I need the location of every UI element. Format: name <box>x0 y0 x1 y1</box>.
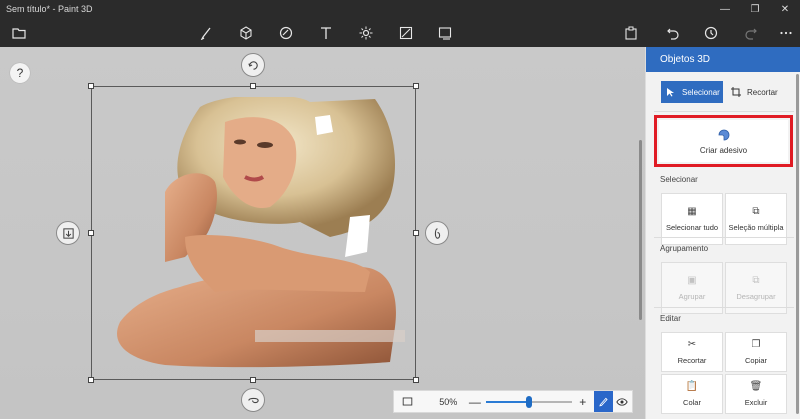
select-all-icon: ▦ <box>687 206 697 217</box>
select-all-label: Selecionar tudo <box>665 223 719 232</box>
copy-label: Copiar <box>744 356 768 365</box>
cut-label: Recortar <box>677 356 707 365</box>
zoom-slider[interactable] <box>485 395 573 409</box>
paste-label: Colar <box>683 398 701 407</box>
zoom-in-button[interactable]: + <box>576 395 589 409</box>
resize-handle[interactable] <box>88 230 94 236</box>
brushes-icon[interactable] <box>196 22 218 44</box>
depth-icon[interactable] <box>56 221 80 245</box>
view-3d-icon[interactable] <box>613 396 632 408</box>
more-icon[interactable] <box>775 22 797 44</box>
delete-label: Excluir <box>744 398 768 407</box>
select-mode-button[interactable]: Selecionar <box>661 81 723 103</box>
select-mode-label: Selecionar <box>682 87 720 97</box>
text-icon[interactable] <box>315 22 337 44</box>
zoom-slider-thumb[interactable] <box>525 395 532 408</box>
pen-icon[interactable] <box>593 391 613 412</box>
group-label: Agrupar <box>678 292 706 301</box>
zoom-out-button[interactable]: — <box>468 395 481 409</box>
resize-handle[interactable] <box>250 377 256 383</box>
divider <box>654 111 794 112</box>
resize-handle[interactable] <box>413 377 419 383</box>
make-sticker-label: Criar adesivo <box>699 145 748 155</box>
mode-row: Selecionar Recortar <box>661 81 783 103</box>
make-sticker-button[interactable]: Criar adesivo <box>659 120 788 162</box>
canvas-area[interactable]: ? 50% — + <box>0 47 645 419</box>
3d-shapes-icon[interactable] <box>235 22 257 44</box>
stickers-icon[interactable] <box>275 22 297 44</box>
cut-button[interactable]: ✂ Recortar <box>661 332 723 372</box>
select-section-label: Selecionar <box>660 175 698 184</box>
help-button[interactable]: ? <box>10 63 30 83</box>
paste-icon[interactable] <box>620 22 642 44</box>
crop-mode-label: Recortar <box>747 87 778 97</box>
canvas-icon[interactable] <box>395 22 417 44</box>
crop-icon <box>731 87 741 97</box>
multi-select-label: Seleção múltipla <box>728 223 784 232</box>
resize-handle[interactable] <box>250 83 256 89</box>
resize-handle[interactable] <box>88 377 94 383</box>
zoom-slider-fill <box>485 400 529 403</box>
rotate-z-icon[interactable] <box>241 53 265 77</box>
panel-title: Objetos 3D <box>646 47 800 72</box>
menu-icon[interactable] <box>8 22 30 44</box>
effects-icon[interactable] <box>355 22 377 44</box>
divider <box>654 307 794 308</box>
selection-box[interactable] <box>91 86 416 380</box>
cursor-icon <box>667 88 674 97</box>
title-bar: Sem título* - Paint 3D — ❐ ✕ <box>0 0 800 18</box>
rotate-x-icon[interactable] <box>241 388 265 412</box>
divider <box>654 237 794 238</box>
group-icon: ▣ <box>687 275 697 286</box>
ungroup-label: Desagrupar <box>736 292 776 301</box>
paste-icon: 📋 <box>685 381 699 392</box>
objects-3d-panel: Objetos 3D Selecionar Recortar Criar ade… <box>645 47 800 419</box>
multi-select-icon: ⧉ <box>752 206 760 217</box>
trash-icon: 🗑 <box>749 381 763 392</box>
sticker-icon <box>718 129 729 140</box>
crop-mode-button[interactable]: Recortar <box>723 81 783 103</box>
zoom-percent: 50% <box>439 396 458 407</box>
resize-handle[interactable] <box>413 230 419 236</box>
panel-scrollbar[interactable] <box>796 74 799 414</box>
rotate-y-icon[interactable] <box>425 221 449 245</box>
history-icon[interactable] <box>700 22 722 44</box>
ungroup-icon: ⧉ <box>752 275 760 286</box>
canvas-scrollbar[interactable] <box>639 140 642 320</box>
undo-icon[interactable] <box>662 22 684 44</box>
fit-to-screen-icon[interactable] <box>398 396 417 407</box>
delete-button[interactable]: 🗑 Excluir <box>725 374 787 414</box>
close-button[interactable]: ✕ <box>770 0 800 18</box>
window-title: Sem título* - Paint 3D <box>6 4 93 14</box>
3d-library-icon[interactable] <box>434 22 456 44</box>
copy-icon: ❐ <box>751 339 761 350</box>
highlight-box: Criar adesivo <box>654 115 793 167</box>
paste-button[interactable]: 📋 Colar <box>661 374 723 414</box>
edit-section-label: Editar <box>660 314 681 323</box>
main-toolbar <box>0 18 800 47</box>
redo-icon[interactable] <box>740 22 762 44</box>
group-section-label: Agrupamento <box>660 244 709 253</box>
resize-handle[interactable] <box>413 83 419 89</box>
zoom-bar: 50% — + <box>393 390 633 413</box>
maximize-button[interactable]: ❐ <box>740 0 770 18</box>
copy-button[interactable]: ❐ Copiar <box>725 332 787 372</box>
scissors-icon: ✂ <box>687 339 697 350</box>
resize-handle[interactable] <box>88 83 94 89</box>
minimize-button[interactable]: — <box>710 0 740 18</box>
